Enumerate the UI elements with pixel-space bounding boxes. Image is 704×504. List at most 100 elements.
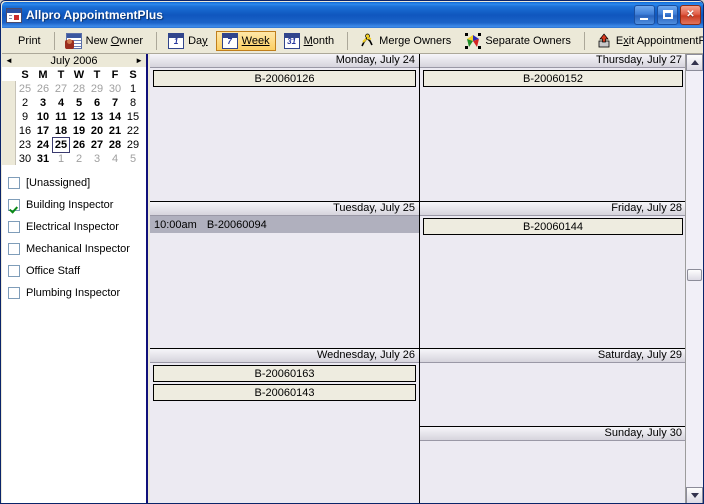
mini-calendar-day[interactable]: 14 xyxy=(106,110,124,124)
mini-calendar-day[interactable]: 31 xyxy=(34,152,52,166)
mini-calendar-day[interactable]: 20 xyxy=(88,124,106,138)
print-button[interactable]: Print xyxy=(8,31,47,51)
mini-calendar-day[interactable]: 4 xyxy=(106,152,124,166)
toolbar-separator xyxy=(583,31,585,50)
mini-calendar-day[interactable]: 4 xyxy=(52,96,70,110)
mini-calendar-day[interactable]: 17 xyxy=(34,124,52,138)
calendar-column-left: Monday, July 24 B-20060126 Tuesday, July 2… xyxy=(150,54,420,503)
minimize-button[interactable] xyxy=(634,5,655,25)
mini-calendar-day[interactable]: 8 xyxy=(124,96,142,110)
day-pane-tuesday[interactable]: Tuesday, July 25 10:00am B-20060094 xyxy=(150,201,419,348)
mini-calendar-day[interactable]: 25 xyxy=(52,137,70,153)
title-bar[interactable]: Allpro AppointmentPlus ✕ xyxy=(2,2,703,28)
separate-owners-label: Separate Owners xyxy=(485,34,571,47)
calendar-vertical-scrollbar[interactable] xyxy=(685,54,703,503)
week-view-button[interactable]: 7 Week xyxy=(215,30,276,51)
mini-calendar-day[interactable]: 16 xyxy=(16,124,34,138)
week-selector-cell[interactable] xyxy=(2,95,16,109)
week-selector-cell[interactable] xyxy=(2,109,16,123)
month-view-button[interactable]: 31 Month xyxy=(278,31,341,51)
appointment-item[interactable]: B-20060163 xyxy=(153,365,416,382)
week-selector-cell[interactable] xyxy=(2,81,16,95)
mini-calendar-day[interactable]: 10 xyxy=(34,110,52,124)
owner-checkbox[interactable] xyxy=(8,221,20,233)
mini-calendar-day[interactable]: 25 xyxy=(16,82,34,96)
mini-calendar-day[interactable]: 26 xyxy=(70,138,88,152)
mini-calendar-day[interactable]: 27 xyxy=(88,138,106,152)
owner-list-item[interactable]: [Unassigned] xyxy=(8,172,146,194)
scroll-down-button[interactable] xyxy=(686,487,703,503)
day-pane-thursday[interactable]: Thursday, July 27 B-20060152 xyxy=(420,54,686,201)
owner-list-item[interactable]: Electrical Inspector xyxy=(8,216,146,238)
mini-calendar-day[interactable]: 30 xyxy=(106,82,124,96)
mini-calendar-day[interactable]: 26 xyxy=(34,82,52,96)
week-selector-cell[interactable] xyxy=(2,137,16,151)
appointment-title: B-20060152 xyxy=(523,72,583,85)
appointment-item[interactable]: B-20060152 xyxy=(423,70,683,87)
close-button[interactable]: ✕ xyxy=(680,5,701,25)
mini-calendar-day[interactable]: 15 xyxy=(124,110,142,124)
day-pane-wednesday[interactable]: Wednesday, July 26 B-20060163 B-20060143 xyxy=(150,348,419,503)
day-pane-sunday[interactable]: Sunday, July 30 xyxy=(420,426,686,503)
owner-checkbox[interactable] xyxy=(8,199,20,211)
mini-calendar-day[interactable]: 19 xyxy=(70,124,88,138)
owner-list-item[interactable]: Office Staff xyxy=(8,260,146,282)
owner-list-item[interactable]: Plumbing Inspector xyxy=(8,282,146,304)
mini-calendar-day[interactable]: 23 xyxy=(16,138,34,152)
week-selector-cell[interactable] xyxy=(2,123,16,137)
appointment-title: B-20060094 xyxy=(206,218,267,231)
mini-calendar-day[interactable]: 29 xyxy=(88,82,106,96)
mini-calendar-day[interactable]: 18 xyxy=(52,124,70,138)
mini-calendar-day[interactable]: 21 xyxy=(106,124,124,138)
day-header: Tuesday, July 25 xyxy=(150,202,419,216)
mini-calendar-day[interactable]: 5 xyxy=(70,96,88,110)
mini-calendar-day[interactable]: 2 xyxy=(70,152,88,166)
mini-calendar-day[interactable]: 7 xyxy=(106,96,124,110)
day-pane-monday[interactable]: Monday, July 24 B-20060126 xyxy=(150,54,419,201)
owner-checkbox[interactable] xyxy=(8,177,20,189)
next-month-button[interactable]: ► xyxy=(135,56,143,65)
owner-label: Electrical Inspector xyxy=(26,221,119,233)
scroll-up-button[interactable] xyxy=(686,54,703,71)
mini-calendar-day[interactable]: 11 xyxy=(52,110,70,124)
merge-owners-button[interactable]: Merge Owners xyxy=(353,31,457,51)
day-view-button[interactable]: 1 Day xyxy=(162,31,214,51)
mini-calendar-day[interactable]: 2 xyxy=(16,96,34,110)
appointment-item[interactable]: B-20060143 xyxy=(153,384,416,401)
separate-owners-button[interactable]: Separate Owners xyxy=(459,31,577,51)
mini-calendar-day[interactable]: 27 xyxy=(52,82,70,96)
mini-calendar-week-row: 23 24 25 26 27 28 29 xyxy=(16,137,144,153)
mini-calendar-day[interactable]: 3 xyxy=(34,96,52,110)
mini-calendar-day[interactable]: 29 xyxy=(124,138,142,152)
owner-list-item[interactable]: Mechanical Inspector xyxy=(8,238,146,260)
mini-calendar-day[interactable]: 30 xyxy=(16,152,34,166)
mini-calendar-day[interactable]: 5 xyxy=(124,152,142,166)
week-selector-cell[interactable] xyxy=(2,151,16,165)
mini-calendar-day[interactable]: 13 xyxy=(88,110,106,124)
appointment-item[interactable]: B-20060144 xyxy=(423,218,683,235)
owner-checkbox[interactable] xyxy=(8,287,20,299)
mini-calendar-day[interactable]: 28 xyxy=(70,82,88,96)
maximize-button[interactable] xyxy=(657,5,678,25)
appointment-item[interactable]: 10:00am B-20060094 xyxy=(150,216,419,233)
prev-month-button[interactable]: ◄ xyxy=(5,56,13,65)
mini-calendar-day[interactable]: 24 xyxy=(34,138,52,152)
new-owner-button[interactable]: New Owner xyxy=(60,31,149,51)
mini-calendar-day[interactable]: 6 xyxy=(88,96,106,110)
mini-calendar-day[interactable]: 3 xyxy=(88,152,106,166)
mini-calendar-day[interactable]: 1 xyxy=(52,152,70,166)
exit-button[interactable]: Exit AppointmentPlus xyxy=(590,31,703,51)
mini-calendar-day[interactable]: 12 xyxy=(70,110,88,124)
mini-calendar-day[interactable]: 28 xyxy=(106,138,124,152)
owner-list-item[interactable]: Building Inspector xyxy=(8,194,146,216)
owner-checkbox[interactable] xyxy=(8,243,20,255)
day-pane-saturday[interactable]: Saturday, July 29 xyxy=(420,348,686,426)
month-calendar-icon: 31 xyxy=(283,32,300,49)
mini-calendar-day[interactable]: 1 xyxy=(124,82,142,96)
mini-calendar-day[interactable]: 22 xyxy=(124,124,142,138)
owner-checkbox[interactable] xyxy=(8,265,20,277)
day-pane-friday[interactable]: Friday, July 28 B-20060144 xyxy=(420,201,686,348)
scrollbar-thumb[interactable] xyxy=(687,269,702,281)
appointment-item[interactable]: B-20060126 xyxy=(153,70,416,87)
mini-calendar-day[interactable]: 9 xyxy=(16,110,34,124)
